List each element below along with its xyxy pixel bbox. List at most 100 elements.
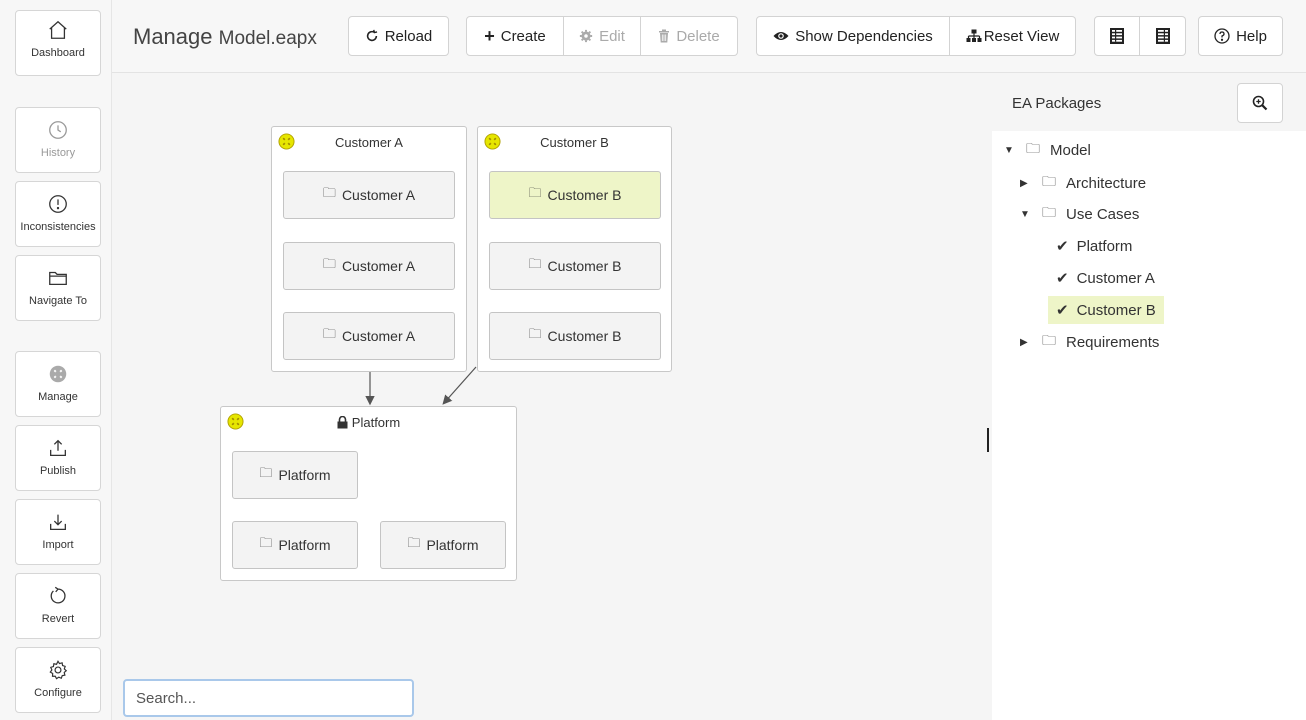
help-label: Help [1236, 27, 1267, 45]
sidebar-item-label: Configure [34, 687, 82, 699]
help-button[interactable]: Help [1198, 16, 1283, 56]
sidebar-item-label: Navigate To [29, 295, 87, 307]
edit-button[interactable]: Edit [564, 16, 641, 56]
folder-icon: 🗀 [1042, 204, 1056, 220]
tree-item-model[interactable]: ▼ 🗀 Model [1004, 136, 1091, 164]
package-title: Platform [351, 415, 401, 430]
folder-icon: 🗀 [1042, 173, 1056, 189]
sidebar-item-dashboard[interactable]: Dashboard [15, 10, 101, 76]
reload-button[interactable]: Reload [348, 16, 449, 56]
folder-icon: 🗀 [322, 256, 336, 271]
page-title-main: Manage [133, 24, 213, 49]
left-sidebar: Dashboard History Inconsistencies Naviga… [0, 0, 112, 720]
sidebar-item-label: Dashboard [31, 47, 85, 59]
tree-item-architecture[interactable]: ▶ 🗀 Architecture [1020, 169, 1146, 197]
plus-icon: + [484, 25, 495, 46]
sidebar-item-publish[interactable]: Publish [15, 425, 101, 491]
eye-icon [773, 30, 789, 42]
reset-view-button[interactable]: Reset View [950, 16, 1076, 56]
folder-icon: 🗀 [259, 465, 273, 480]
zoom-in-button[interactable] [1237, 83, 1283, 123]
expand-arrow-icon[interactable]: ▼ [1020, 209, 1042, 220]
expand-arrow-icon[interactable]: ▼ [1004, 145, 1026, 156]
element-label: Customer B [547, 187, 622, 203]
tree-item-use-cases[interactable]: ▼ 🗀 Use Cases [1020, 200, 1139, 228]
tree-item-platform[interactable]: ✔ Platform [1056, 232, 1132, 260]
package-element[interactable]: 🗀 Customer B [489, 242, 661, 290]
package-element-selected[interactable]: 🗀 Customer B [489, 171, 661, 219]
tree-item-label: Platform [1076, 237, 1133, 255]
check-icon: ✔ [1056, 270, 1069, 287]
package-element[interactable]: 🗀 Customer A [283, 171, 455, 219]
package-title: Customer A [335, 135, 403, 150]
show-dependencies-label: Show Dependencies [795, 27, 933, 45]
sidebar-item-history[interactable]: History [15, 107, 101, 173]
folder-icon: 🗀 [528, 185, 542, 200]
home-icon [45, 17, 71, 43]
layout-left-panel-button[interactable] [1094, 16, 1140, 56]
sidebar-item-label: Manage [38, 391, 78, 403]
tree-item-label: Customer A [1076, 269, 1155, 287]
element-label: Customer A [341, 328, 416, 344]
ea-packages-panel: EA Packages ▼ 🗀 Model ▶ 🗀 Architecture ▼… [992, 73, 1306, 720]
trash-icon [658, 29, 670, 43]
reload-label: Reload [384, 27, 433, 45]
package-element[interactable]: 🗀 Platform [380, 521, 506, 569]
sidebar-item-manage[interactable]: Manage [15, 351, 101, 417]
panel-resize-handle[interactable] [987, 428, 989, 452]
diagram-canvas[interactable]: Customer A 🗀 Customer A 🗀 Customer A 🗀 Cust… [112, 73, 992, 720]
layout-right-panel-button[interactable] [1140, 16, 1186, 56]
tree-item-requirements[interactable]: ▶ 🗀 Requirements [1020, 328, 1159, 356]
tree-item-customer-b[interactable]: ✔ Customer B [1048, 296, 1164, 324]
create-button[interactable]: + Create [466, 16, 564, 56]
sidebar-item-label: Publish [39, 465, 77, 477]
sidebar-item-configure[interactable]: Configure [15, 647, 101, 713]
sidebar-item-revert[interactable]: Revert [15, 573, 101, 639]
sidebar-item-inconsistencies[interactable]: Inconsistencies [15, 181, 101, 247]
collapse-arrow-icon[interactable]: ▶ [1020, 178, 1042, 189]
package-customer-b[interactable]: Customer B 🗀 Customer B 🗀 Customer B 🗀 Cust… [477, 126, 672, 372]
page-title-model: Model.eapx [218, 28, 317, 49]
tree-item-label: Model [1050, 141, 1091, 159]
package-element[interactable]: 🗀 Platform [232, 521, 358, 569]
folder-icon: 🗀 [407, 535, 421, 550]
folder-icon: 🗀 [322, 185, 336, 200]
package-element[interactable]: 🗀 Customer A [283, 242, 455, 290]
lock-icon [337, 415, 348, 432]
reset-view-label: Reset View [983, 27, 1060, 45]
folder-icon: 🗀 [528, 256, 542, 271]
tree-item-customer-a[interactable]: ✔ Customer A [1056, 264, 1155, 292]
folder-icon [45, 265, 71, 291]
package-customer-a[interactable]: Customer A 🗀 Customer A 🗀 Customer A 🗀 Cust… [271, 126, 467, 372]
folder-icon: 🗀 [322, 326, 336, 341]
element-label: Customer B [547, 258, 622, 274]
element-label: Customer A [341, 258, 416, 274]
folder-icon: 🗀 [259, 535, 273, 550]
collapse-arrow-icon[interactable]: ▶ [1020, 337, 1042, 348]
tree-item-label: Architecture [1066, 174, 1147, 192]
gear-icon [45, 657, 71, 683]
sidebar-item-import[interactable]: Import [15, 499, 101, 565]
sidebar-item-label: Import [42, 539, 74, 551]
sidebar-item-label: Revert [41, 613, 75, 625]
search-input[interactable] [123, 679, 414, 717]
folder-icon: 🗀 [1042, 332, 1056, 348]
element-label: Platform [278, 537, 331, 553]
element-label: Customer A [341, 187, 416, 203]
sidebar-item-label: Inconsistencies [20, 221, 96, 233]
download-icon [45, 509, 71, 535]
page-title: Manage Model.eapx [133, 24, 317, 50]
revert-icon [45, 583, 71, 609]
show-dependencies-button[interactable]: Show Dependencies [756, 16, 950, 56]
package-platform[interactable]: Platform 🗀 Platform 🗀 Platform 🗀 Platform [220, 406, 517, 581]
tree-item-label: Requirements [1066, 333, 1160, 351]
package-element[interactable]: 🗀 Customer B [489, 312, 661, 360]
package-element[interactable]: 🗀 Platform [232, 451, 358, 499]
cog-icon [579, 29, 593, 43]
zoom-in-icon [1252, 95, 1268, 111]
sitemap-icon [966, 29, 982, 43]
tree-item-label: Use Cases [1066, 205, 1140, 223]
package-element[interactable]: 🗀 Customer A [283, 312, 455, 360]
sidebar-item-navigate-to[interactable]: Navigate To [15, 255, 101, 321]
delete-button[interactable]: Delete [641, 16, 738, 56]
